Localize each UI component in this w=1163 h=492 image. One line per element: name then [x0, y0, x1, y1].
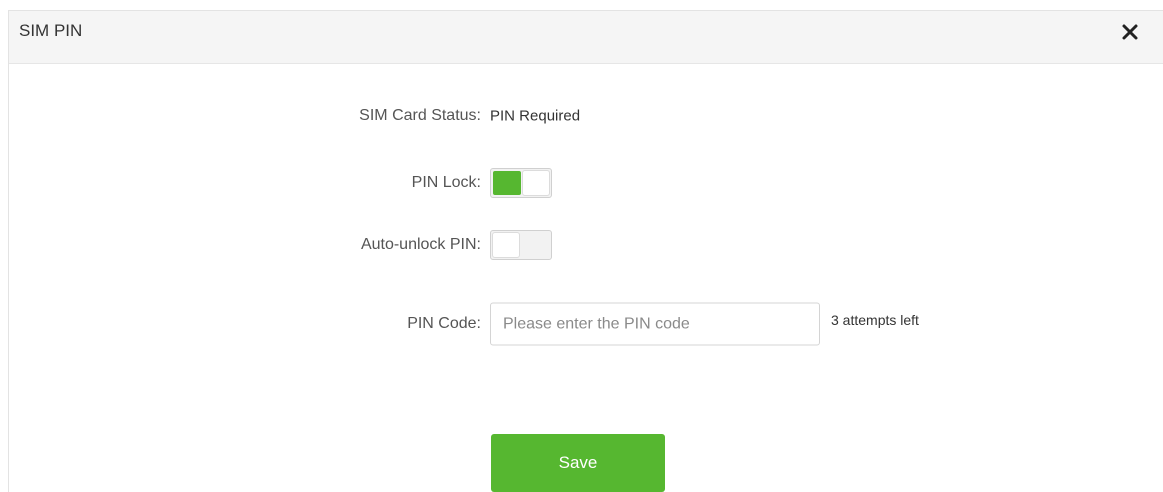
- toggle-on-indicator: [493, 171, 521, 195]
- pin-code-row: PIN Code: 3 attempts left: [9, 302, 1163, 346]
- sim-status-label: SIM Card Status:: [359, 107, 481, 124]
- attempts-left-text: 3 attempts left: [831, 312, 919, 328]
- auto-unlock-row: Auto-unlock PIN:: [9, 225, 1163, 265]
- pin-lock-label: PIN Lock:: [411, 174, 481, 191]
- pin-code-input[interactable]: [490, 302, 820, 346]
- dialog-header: SIM PIN: [9, 11, 1163, 64]
- pin-lock-toggle[interactable]: [490, 168, 552, 198]
- toggle-knob: [522, 170, 550, 196]
- auto-unlock-toggle[interactable]: [490, 230, 552, 260]
- dialog-title: SIM PIN: [19, 21, 83, 40]
- pin-code-label: PIN Code:: [407, 315, 481, 332]
- close-icon: [1122, 24, 1138, 40]
- toggle-knob: [492, 232, 520, 258]
- close-button[interactable]: [1119, 21, 1141, 43]
- save-button[interactable]: Save: [491, 434, 665, 492]
- auto-unlock-label: Auto-unlock PIN:: [360, 236, 481, 253]
- pin-lock-row: PIN Lock:: [9, 163, 1163, 203]
- sim-pin-dialog: SIM PIN SIM Card Status: PIN Required PI…: [8, 10, 1163, 492]
- sim-status-row: SIM Card Status: PIN Required: [9, 96, 1163, 136]
- sim-status-value: PIN Required: [490, 107, 581, 125]
